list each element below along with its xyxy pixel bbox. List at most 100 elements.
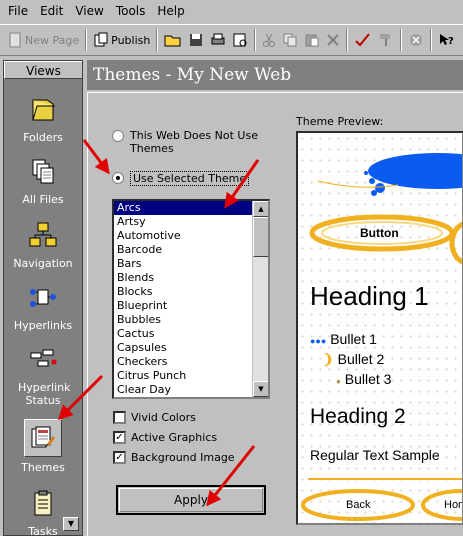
theme-list[interactable]: Arcs Artsy Automotive Barcode Bars Blends Bloc… <box>112 199 270 399</box>
scroll-thumb[interactable] <box>253 217 268 257</box>
spelling-button[interactable] <box>351 28 375 52</box>
background-image-checkbox[interactable]: ✓ Background Image <box>113 451 235 464</box>
print-button[interactable] <box>207 28 229 52</box>
folder-icon <box>25 91 61 127</box>
scroll-up-button[interactable]: ▲ <box>253 201 268 217</box>
view-label: Folders <box>23 131 63 144</box>
cut-button[interactable] <box>259 28 279 52</box>
frontpage-window: { "menu": ["File","Edit","View","Tools",… <box>0 0 463 536</box>
preview-regular-text: Regular Text Sample <box>310 447 440 463</box>
format-painter-icon <box>380 34 391 46</box>
views-scroll-down-button[interactable]: ▼ <box>63 517 79 531</box>
theme-list-item[interactable]: Bubbles <box>114 313 252 327</box>
bullet-dot-icon: ● <box>336 377 341 386</box>
theme-list-item[interactable]: Bars <box>114 257 252 271</box>
checkbox-box-checked: ✓ <box>113 431 126 444</box>
theme-list-item[interactable]: Arcs <box>114 201 252 215</box>
help-button[interactable]: ? <box>435 28 457 52</box>
bullet-text: Bullet 3 <box>344 371 392 387</box>
menu-view[interactable]: View <box>69 0 109 22</box>
menu-help[interactable]: Help <box>151 0 190 22</box>
use-selected-theme-radio[interactable]: Use Selected Theme <box>112 171 250 186</box>
themes-icon <box>24 419 62 457</box>
view-label: All Files <box>22 193 64 206</box>
nav-bar-graphic <box>301 478 462 521</box>
new-page-icon <box>9 32 21 48</box>
preview-bullet-2: ❩ Bullet 2 <box>322 351 384 368</box>
no-theme-label: This Web Does Not Use Themes <box>130 129 258 155</box>
save-button[interactable] <box>185 28 207 52</box>
theme-list-items: Arcs Artsy Automotive Barcode Bars Blends Bloc… <box>114 201 252 397</box>
publish-icon <box>94 32 108 47</box>
paste-button[interactable] <box>301 28 323 52</box>
save-icon <box>190 34 203 46</box>
toolbar: New Page Publish ? <box>0 24 463 56</box>
active-graphics-checkbox[interactable]: ✓ Active Graphics <box>113 431 217 444</box>
view-hyperlink-status[interactable]: Hyperlink Status <box>4 341 82 407</box>
menu-bar: File Edit View Tools Help <box>0 0 463 22</box>
format-painter-button[interactable] <box>375 28 397 52</box>
tasks-icon <box>25 485 61 521</box>
theme-list-item[interactable]: Barcode <box>114 243 252 257</box>
theme-list-item[interactable]: Blueprint <box>114 299 252 313</box>
preview-heading-2: Heading 2 <box>310 405 406 428</box>
view-themes[interactable]: Themes <box>4 419 82 474</box>
all-files-icon <box>25 153 61 189</box>
delete-button[interactable] <box>323 28 343 52</box>
bullet-swirl-icon: ❩ <box>322 351 334 367</box>
menu-file[interactable]: File <box>2 0 34 22</box>
use-selected-theme-label: Use Selected Theme <box>130 171 250 186</box>
view-folders[interactable]: Folders <box>4 91 82 144</box>
preview-heading-1: Heading 1 <box>310 281 429 311</box>
new-page-label: New Page <box>25 33 80 47</box>
view-label: Themes <box>21 461 65 474</box>
theme-list-item[interactable]: Blends <box>114 271 252 285</box>
preview-browser-icon <box>233 33 247 47</box>
radio-circle <box>112 130 124 142</box>
theme-list-item[interactable]: Checkers <box>114 355 252 369</box>
no-theme-radio[interactable]: This Web Does Not Use Themes <box>112 129 282 155</box>
toolbar-separator <box>346 29 349 51</box>
theme-list-item[interactable]: Artsy <box>114 215 252 229</box>
theme-list-scrollbar[interactable]: ▲ ▼ <box>252 201 268 397</box>
new-page-button[interactable]: New Page <box>4 28 82 52</box>
theme-list-item[interactable]: Citrus Punch <box>114 369 252 383</box>
apply-button[interactable]: Apply <box>116 485 266 515</box>
view-label: Navigation <box>13 257 73 270</box>
view-all-files[interactable]: All Files <box>4 153 82 206</box>
theme-list-item[interactable]: Automotive <box>114 229 252 243</box>
hyperlink-status-icon <box>25 341 61 377</box>
apply-label: Apply <box>119 488 263 512</box>
theme-list-item[interactable]: Capsules <box>114 341 252 355</box>
publish-button[interactable]: Publish <box>90 28 153 52</box>
scroll-down-button[interactable]: ▼ <box>253 381 268 397</box>
open-button[interactable] <box>161 28 185 52</box>
background-image-label: Background Image <box>131 451 235 464</box>
toolbar-separator <box>85 29 88 51</box>
open-folder-icon <box>164 35 181 47</box>
preview-button[interactable] <box>229 28 251 52</box>
preview-bullet-3: ● Bullet 3 <box>336 371 391 387</box>
vivid-colors-label: Vivid Colors <box>131 411 196 424</box>
navigation-icon <box>25 217 61 253</box>
toolbar-separator <box>400 29 403 51</box>
stop-button[interactable] <box>405 28 427 52</box>
radio-circle-selected <box>112 172 124 184</box>
preview-bullet-1: ●●● Bullet 1 <box>310 331 377 347</box>
view-navigation[interactable]: Navigation <box>4 217 82 270</box>
view-hyperlinks[interactable]: Hyperlinks <box>4 279 82 332</box>
copy-button[interactable] <box>279 28 301 52</box>
themes-panel: This Web Does Not Use Themes Use Selecte… <box>87 92 463 536</box>
theme-list-item[interactable]: Clear Day <box>114 383 252 397</box>
theme-list-item[interactable]: Blocks <box>114 285 252 299</box>
views-bar: Views Folders All Files Navigation Hyper… <box>3 60 83 536</box>
preview-nav-back: Back <box>346 499 371 511</box>
stop-icon <box>410 34 423 46</box>
theme-list-item[interactable]: Cactus <box>114 327 252 341</box>
checkbox-box <box>113 411 126 424</box>
vivid-colors-checkbox[interactable]: Vivid Colors <box>113 411 196 424</box>
copy-icon <box>283 33 297 47</box>
menu-tools[interactable]: Tools <box>110 0 152 22</box>
menu-edit[interactable]: Edit <box>34 0 69 22</box>
spelling-check-icon <box>355 33 371 47</box>
